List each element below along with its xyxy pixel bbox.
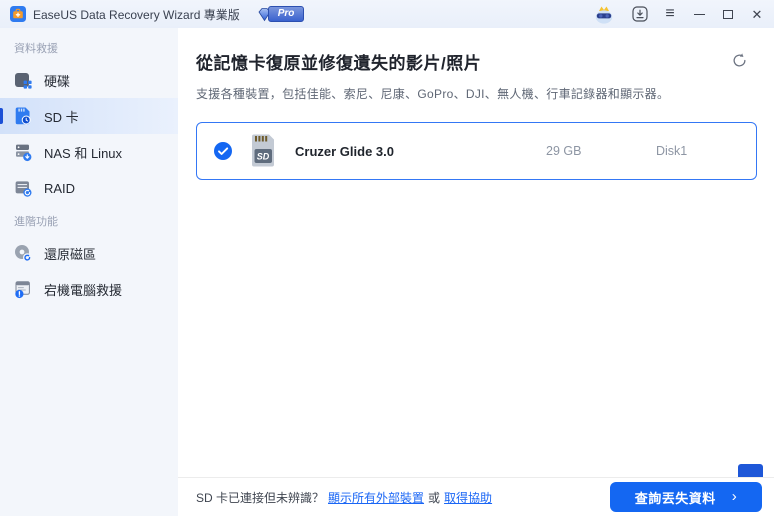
pro-pill-label: Pro: [267, 6, 305, 22]
sidebar-item-label: NAS 和 Linux: [44, 145, 123, 161]
or-text: 或: [428, 490, 441, 505]
get-help-link[interactable]: 取得協助: [444, 489, 492, 506]
partition-recovery-icon: [13, 243, 33, 263]
sidebar-item-label: SD 卡: [44, 109, 79, 125]
device-name: Cruzer Glide 3.0: [295, 143, 394, 159]
sidebar-item-hard-drive[interactable]: 硬碟: [0, 62, 178, 98]
sidebar-item-label: 宕機電腦救援: [44, 282, 123, 298]
show-all-external-devices-link[interactable]: 顯示所有外部裝置: [328, 489, 424, 506]
pro-badge[interactable]: Pro: [256, 6, 305, 22]
refresh-icon[interactable]: [731, 52, 748, 69]
page-subtitle: 支援各種裝置，包括佳能、索尼、尼康、GoPro、DJI、無人機、行車記錄器和顯示…: [196, 87, 670, 101]
minimize-button[interactable]: [692, 13, 706, 15]
sidebar-section-advanced: 進階功能: [14, 216, 58, 228]
sidebar-item-nas-linux[interactable]: NAS 和 Linux: [0, 134, 178, 170]
chevron-right-icon: ›: [731, 488, 738, 505]
sidebar-item-raid[interactable]: RAID: [0, 170, 178, 206]
app-icon: [10, 6, 26, 22]
nas-linux-icon: [13, 142, 33, 162]
sidebar-item-label: RAID: [44, 180, 76, 196]
selected-check-icon[interactable]: [214, 142, 232, 160]
sidebar: 資料救援 硬碟 SD 卡 NAS 和 Linux RAID 進階功能 還原磁區 …: [0, 28, 178, 516]
svg-text:SD: SD: [257, 152, 270, 162]
footer-bar: SD 卡已連接但未辨識？ 顯示所有外部裝置 或 取得協助 查詢丟失資料 ›: [178, 477, 774, 516]
close-button[interactable]: ✕: [750, 8, 764, 21]
scan-lost-data-button[interactable]: 查詢丟失資料 ›: [610, 482, 762, 512]
page-title: 從記憶卡復原並修復遺失的影片/照片: [196, 54, 482, 73]
main-panel: 從記憶卡復原並修復遺失的影片/照片 支援各種裝置，包括佳能、索尼、尼康、GoPr…: [178, 28, 774, 516]
scan-button-label: 查詢丟失資料: [634, 490, 716, 506]
menu-icon[interactable]: ≡: [663, 6, 677, 22]
window-title: EaseUS Data Recovery Wizard 專業版: [33, 7, 240, 22]
update-icon[interactable]: [632, 6, 648, 22]
sidebar-item-crashed-pc-recovery[interactable]: 宕機電腦救援: [0, 271, 178, 307]
sidebar-item-label: 硬碟: [44, 73, 71, 89]
sidebar-section-data-recovery: 資料救援: [14, 43, 58, 55]
raid-icon: [13, 178, 33, 198]
sidebar-item-sd-card[interactable]: SD 卡: [0, 98, 178, 134]
titlebar-controls: ≡ ✕: [591, 3, 764, 25]
account-avatar-icon[interactable]: [591, 3, 617, 25]
sd-memory-card-icon: SD: [248, 133, 278, 169]
sidebar-item-partition-recovery[interactable]: 還原磁區: [0, 235, 178, 271]
sd-not-recognized-text: SD 卡已連接但未辨識？: [196, 490, 325, 505]
crashed-pc-icon: [13, 279, 33, 299]
hard-drive-icon: [13, 70, 33, 90]
maximize-button[interactable]: [721, 9, 735, 19]
titlebar: EaseUS Data Recovery Wizard 專業版 Pro ≡ ✕: [0, 0, 774, 28]
device-size: 29 GB: [546, 144, 582, 158]
device-row-cruzer-glide[interactable]: SD Cruzer Glide 3.0 29 GB Disk1: [196, 122, 757, 180]
sidebar-item-label: 還原磁區: [44, 246, 97, 262]
sd-card-icon: [13, 106, 33, 126]
device-disk-label: Disk1: [656, 144, 688, 158]
